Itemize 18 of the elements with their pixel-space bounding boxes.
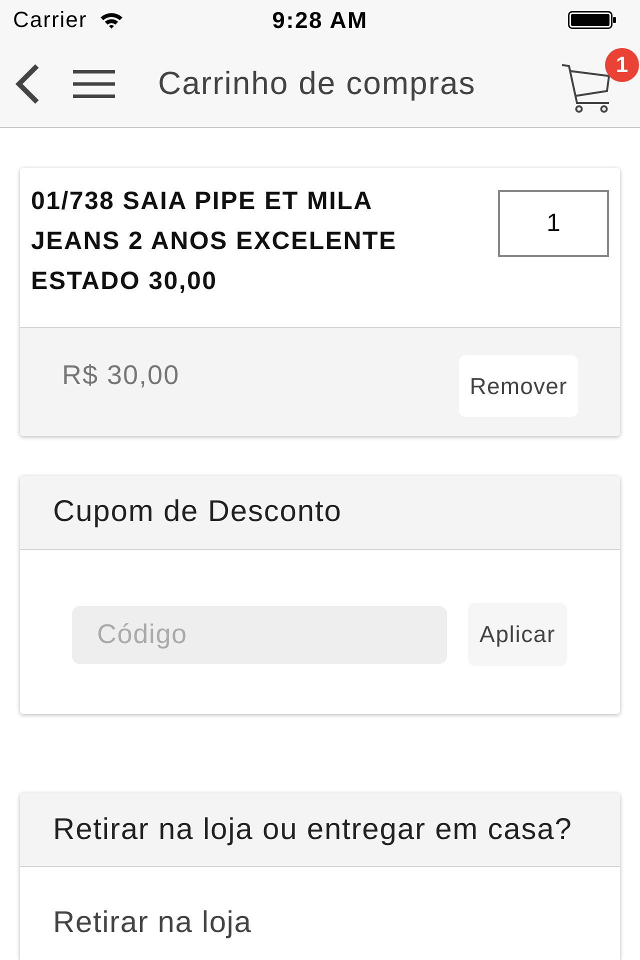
remove-button[interactable]: Remover [459, 355, 578, 417]
chevron-left-icon [15, 64, 41, 104]
quantity-field[interactable]: 1 [498, 190, 609, 257]
menu-icon [73, 70, 115, 98]
cart-icon [561, 62, 613, 112]
apply-button[interactable]: Aplicar [468, 603, 567, 666]
item-price: R$ 30,00 [62, 360, 180, 390]
coupon-title: Cupom de Desconto [53, 495, 342, 530]
status-time: 9:28 AM [272, 6, 368, 34]
battery-icon [568, 11, 616, 29]
delivery-question: Retirar na loja ou entregar em casa? [53, 812, 572, 846]
coupon-code-field[interactable]: Código [72, 606, 447, 664]
page-title: Carrinho de compras [158, 65, 476, 102]
carrier-name: Carrier [13, 7, 88, 33]
product-description: 01/738 SAIA PIPE ET MILA JEANS 2 ANOS EXCELENTE ESTADO 30,00 [31, 186, 398, 297]
cart-count-badge: 1 [605, 48, 639, 82]
wifi-icon [99, 11, 124, 29]
delivery-option[interactable]: Retirar na loja [53, 906, 252, 939]
